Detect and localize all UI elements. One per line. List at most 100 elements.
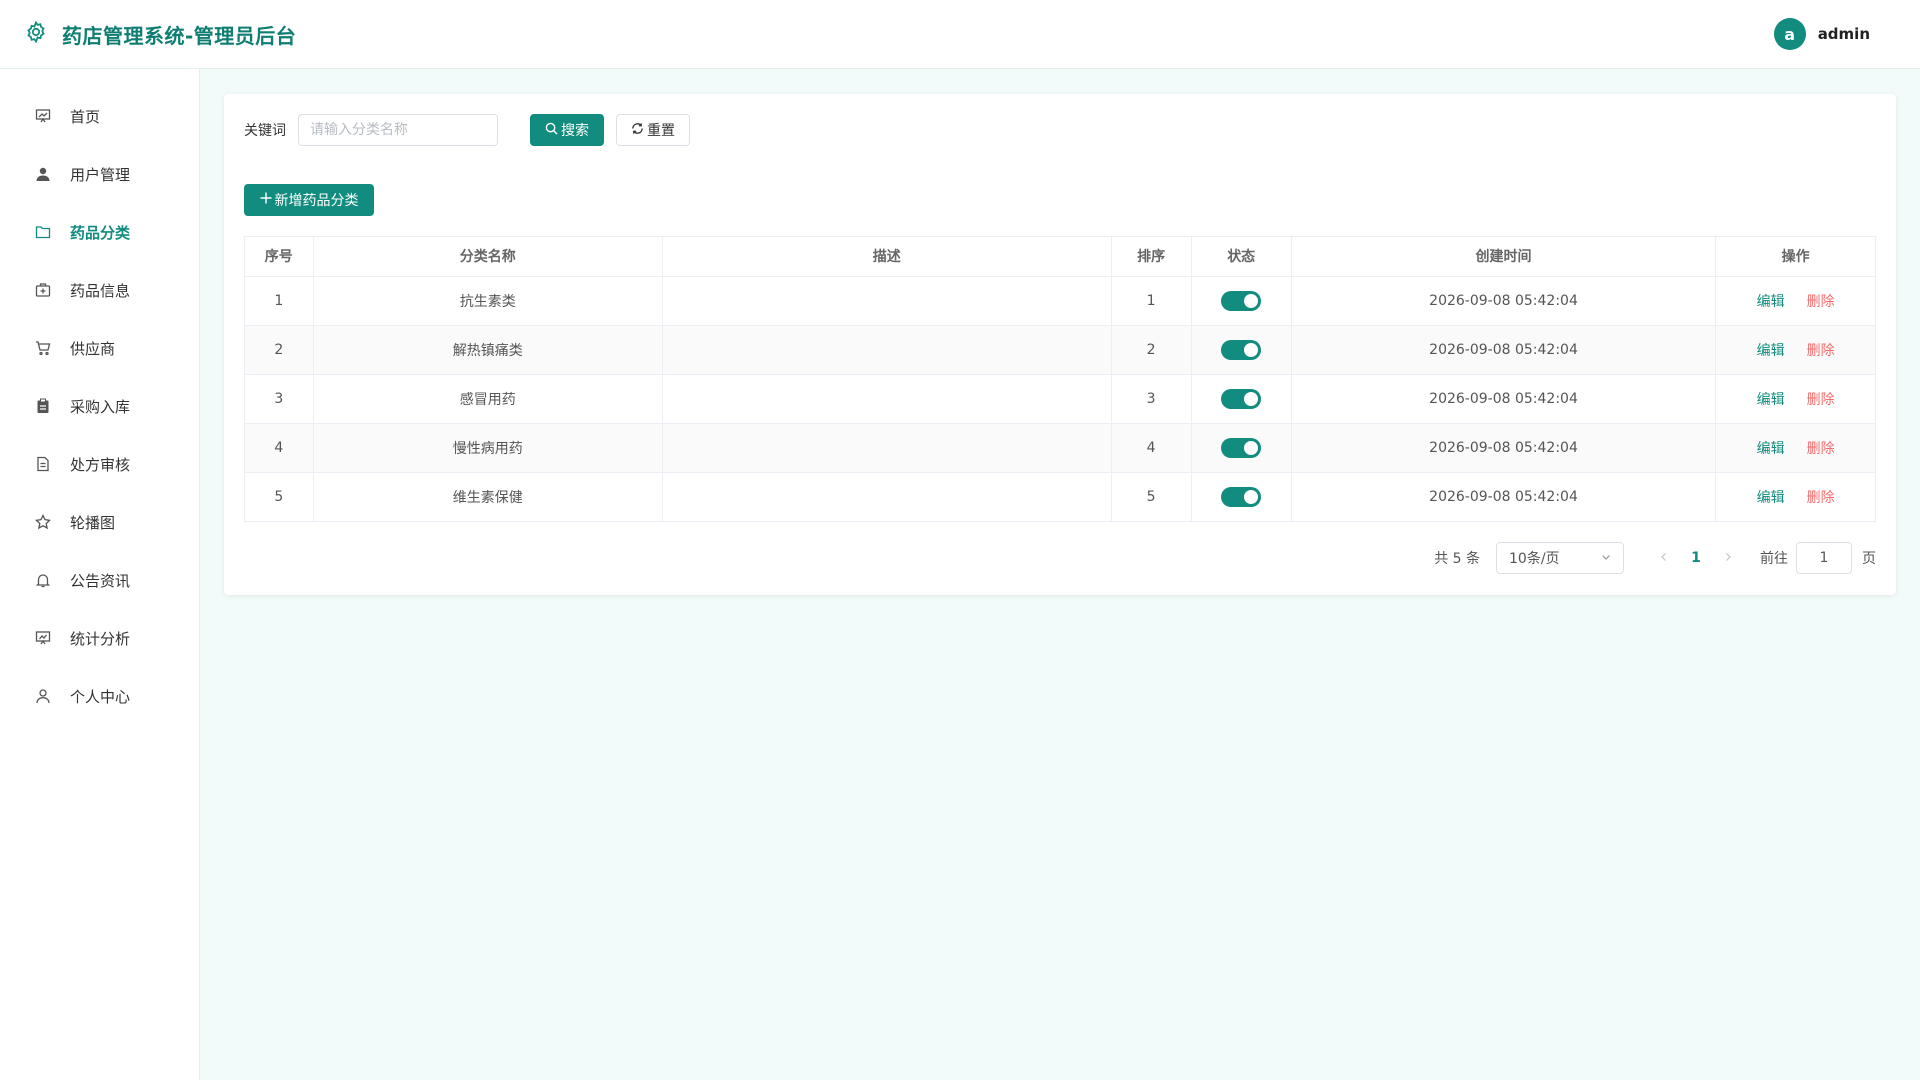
cell-name: 慢性病用药 xyxy=(313,423,664,473)
avatar[interactable]: a xyxy=(1773,18,1806,50)
chevron-down-icon xyxy=(1601,550,1611,566)
add-category-button[interactable]: 新增药品分类 xyxy=(244,184,374,216)
person-icon xyxy=(34,687,52,705)
cell-created: 2026-09-08 05:42:04 xyxy=(1291,325,1717,375)
delete-link[interactable]: 删除 xyxy=(1807,343,1835,359)
chevron-left-icon xyxy=(1659,550,1669,566)
gear-icon xyxy=(24,20,48,48)
cell-created: 2026-09-08 05:42:04 xyxy=(1291,374,1717,424)
column-header: 操作 xyxy=(1715,237,1875,277)
sidebar-item-users[interactable]: 用户管理 xyxy=(0,145,199,203)
cell-actions: 编辑 删除 xyxy=(1715,276,1875,326)
cell-index: 5 xyxy=(245,472,314,521)
cell-description xyxy=(662,374,1112,424)
reset-button-label: 重置 xyxy=(647,123,675,139)
cell-name: 感冒用药 xyxy=(313,374,664,424)
status-toggle[interactable] xyxy=(1221,437,1262,458)
edit-link[interactable]: 编辑 xyxy=(1757,441,1785,457)
pagination: 共 5 条 10条/页 1 前往 页 xyxy=(244,542,1876,574)
user-icon xyxy=(34,165,52,183)
sidebar-item-purchase[interactable]: 采购入库 xyxy=(0,377,199,435)
edit-link[interactable]: 编辑 xyxy=(1757,490,1785,506)
search-input[interactable] xyxy=(298,114,498,146)
sidebar-item-statistics[interactable]: 统计分析 xyxy=(0,609,199,667)
column-header: 状态 xyxy=(1191,237,1292,277)
search-bar: 关键词 搜索 重置 xyxy=(244,114,1876,146)
sidebar-item-label: 个人中心 xyxy=(70,687,131,706)
add-category-label: 新增药品分类 xyxy=(274,193,359,209)
goto-page-input[interactable] xyxy=(1796,542,1852,574)
status-toggle[interactable] xyxy=(1221,486,1262,507)
sidebar-item-drug-info[interactable]: 药品信息 xyxy=(0,261,199,319)
medicine-box-icon xyxy=(34,281,52,299)
cell-actions: 编辑 删除 xyxy=(1715,374,1875,424)
user-menu[interactable]: a admin xyxy=(1773,18,1896,50)
column-header: 排序 xyxy=(1111,237,1192,277)
sidebar-item-home[interactable]: 首页 xyxy=(0,87,199,145)
cell-created: 2026-09-08 05:42:04 xyxy=(1291,276,1717,326)
sidebar-item-carousel[interactable]: 轮播图 xyxy=(0,493,199,551)
reset-button[interactable]: 重置 xyxy=(616,114,690,146)
sidebar-item-prescription[interactable]: 处方审核 xyxy=(0,435,199,493)
star-icon xyxy=(34,513,52,531)
refresh-icon xyxy=(631,122,644,139)
delete-link[interactable]: 删除 xyxy=(1807,490,1835,506)
cell-name: 维生素保健 xyxy=(313,472,664,521)
cell-description xyxy=(662,276,1112,326)
sidebar: 首页 用户管理 药品分类 药品信息 供应商 采购入库 处方审核 轮播图 公告资讯… xyxy=(0,69,200,1080)
main-card: 关键词 搜索 重置 新增药品分类 序号 xyxy=(224,94,1896,595)
cell-index: 1 xyxy=(245,276,314,326)
edit-link[interactable]: 编辑 xyxy=(1757,343,1785,359)
username[interactable]: admin xyxy=(1818,25,1870,43)
status-toggle[interactable] xyxy=(1221,388,1262,409)
cell-sort: 2 xyxy=(1111,325,1192,375)
search-button[interactable]: 搜索 xyxy=(530,114,604,146)
cell-name: 抗生素类 xyxy=(313,276,664,326)
cell-description xyxy=(662,472,1112,521)
table-row: 5 维生素保健 5 2026-09-08 05:42:04 编辑 删除 xyxy=(245,472,1875,521)
sidebar-item-supplier[interactable]: 供应商 xyxy=(0,319,199,377)
sidebar-item-label: 采购入库 xyxy=(70,397,131,416)
sidebar-item-label: 统计分析 xyxy=(70,629,131,648)
next-page-button[interactable] xyxy=(1712,550,1744,566)
cart-icon xyxy=(34,339,52,357)
cell-status xyxy=(1191,325,1292,375)
page-size-select[interactable]: 10条/页 xyxy=(1496,542,1624,574)
dashboard-icon xyxy=(34,107,52,125)
pagination-total: 共 5 条 xyxy=(1434,551,1480,567)
bell-icon xyxy=(34,571,52,589)
column-header: 描述 xyxy=(662,237,1112,277)
cell-index: 4 xyxy=(245,423,314,473)
page-size-value: 10条/页 xyxy=(1509,551,1560,567)
prev-page-button[interactable] xyxy=(1648,550,1680,566)
sidebar-item-label: 药品分类 xyxy=(70,223,131,242)
status-toggle[interactable] xyxy=(1221,339,1262,360)
edit-link[interactable]: 编辑 xyxy=(1757,392,1785,408)
cell-actions: 编辑 删除 xyxy=(1715,325,1875,375)
sidebar-item-announcements[interactable]: 公告资讯 xyxy=(0,551,199,609)
cell-created: 2026-09-08 05:42:04 xyxy=(1291,472,1717,521)
status-toggle[interactable] xyxy=(1221,290,1262,311)
delete-link[interactable]: 删除 xyxy=(1807,441,1835,457)
search-button-label: 搜索 xyxy=(561,123,589,139)
cell-status xyxy=(1191,276,1292,326)
cell-name: 解热镇痛类 xyxy=(313,325,664,375)
page-number[interactable]: 1 xyxy=(1680,550,1712,566)
cell-status xyxy=(1191,374,1292,424)
delete-link[interactable]: 删除 xyxy=(1807,294,1835,310)
document-icon xyxy=(34,455,52,473)
cell-index: 3 xyxy=(245,374,314,424)
goto-label: 前往 xyxy=(1760,551,1788,567)
brand: 药店管理系统-管理员后台 xyxy=(24,20,296,49)
plus-icon xyxy=(260,192,272,208)
sidebar-item-profile[interactable]: 个人中心 xyxy=(0,667,199,725)
sidebar-item-label: 公告资讯 xyxy=(70,571,131,590)
edit-link[interactable]: 编辑 xyxy=(1757,294,1785,310)
sidebar-item-drug-category[interactable]: 药品分类 xyxy=(0,203,199,261)
delete-link[interactable]: 删除 xyxy=(1807,392,1835,408)
table-row: 1 抗生素类 1 2026-09-08 05:42:04 编辑 删除 xyxy=(245,276,1875,326)
cell-description xyxy=(662,423,1112,473)
cell-status xyxy=(1191,472,1292,521)
cell-description xyxy=(662,325,1112,375)
column-header: 创建时间 xyxy=(1291,237,1717,277)
